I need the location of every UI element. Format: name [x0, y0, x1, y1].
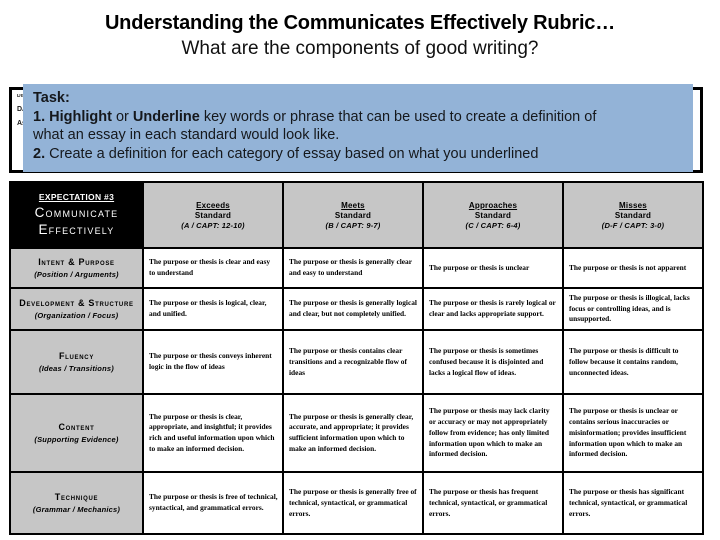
rubric-corner-header: Expectation #3 Communicate Effectively	[9, 181, 144, 249]
page-title: Understanding the Communicates Effective…	[104, 12, 616, 34]
rubric-header-row: Expectation #3 Communicate Effectively E…	[9, 181, 704, 249]
row-label-sub: (Organization / Focus)	[34, 311, 119, 321]
rubric-cell: The purpose or thesis is generally free …	[282, 471, 424, 536]
title-block: Understanding the Communicates Effective…	[0, 0, 720, 60]
rubric-cell: The purpose or thesis is free of technic…	[142, 471, 284, 536]
row-label-technique: Technique (Grammar / Mechanics)	[9, 471, 144, 536]
page-subtitle: What are the components of good writing?	[181, 38, 539, 59]
rubric-cell: The purpose or thesis is logical, clear,…	[142, 286, 284, 332]
band-name: Meets	[341, 200, 365, 210]
rubric-cell: The purpose or thesis is difficult to fo…	[562, 329, 704, 396]
band-scale: (D-F / CAPT: 3-0)	[601, 220, 665, 230]
band-standard: Standard	[614, 210, 652, 220]
row-label-content: Content (Supporting Evidence)	[9, 393, 144, 474]
expectation-number: Expectation #3	[38, 191, 115, 202]
task-item-2: 2. Create a definition for each category…	[33, 145, 683, 164]
task-item-1-conjunction: or	[115, 108, 129, 125]
rubric-cell: The purpose or thesis has frequent techn…	[422, 471, 564, 536]
band-name: Exceeds	[196, 200, 230, 210]
band-name: Approaches	[468, 200, 518, 210]
band-standard: Standard	[194, 210, 232, 220]
row-label-sub: (Position / Arguments)	[34, 270, 119, 280]
task-item-1-rest: key words or phrase that can be used to …	[203, 108, 597, 125]
rubric-row-content: Content (Supporting Evidence) The purpos…	[9, 393, 704, 474]
row-label-sub: (Ideas / Transitions)	[39, 364, 114, 374]
task-item-1-number: 1.	[33, 108, 46, 125]
rubric-cell: The purpose or thesis is generally clear…	[282, 247, 424, 289]
row-label-name: Content	[58, 422, 95, 433]
rubric-cell: The purpose or thesis is unclear or cont…	[562, 393, 704, 474]
rubric-cell: The purpose or thesis is clear and easy …	[142, 247, 284, 289]
rubric-row-intent-purpose: Intent & Purpose (Position / Arguments) …	[9, 247, 704, 289]
band-standard: Standard	[334, 210, 372, 220]
band-header-approaches: Approaches Standard (C / CAPT: 6-4)	[422, 181, 564, 249]
task-item-1-bold-highlight: Highlight	[49, 108, 112, 125]
band-scale: (C / CAPT: 6-4)	[465, 220, 521, 230]
row-label-development-structure: Development & Structure (Organization / …	[9, 286, 144, 332]
row-label-name: Intent & Purpose	[38, 256, 115, 267]
rubric-row-fluency: Fluency (Ideas / Transitions) The purpos…	[9, 329, 704, 396]
row-label-name: Technique	[54, 492, 99, 503]
band-header-meets: Meets Standard (B / CAPT: 9-7)	[282, 181, 424, 249]
row-label-name: Development & Structure	[19, 297, 134, 308]
rubric-cell: The purpose or thesis is illogical, lack…	[562, 286, 704, 332]
row-label-intent-purpose: Intent & Purpose (Position / Arguments)	[9, 247, 144, 289]
band-scale: (B / CAPT: 9-7)	[325, 220, 381, 230]
task-heading: Task:	[33, 90, 70, 106]
rubric-cell: The purpose or thesis is generally logic…	[282, 286, 424, 332]
rubric-cell: The purpose or thesis is rarely logical …	[422, 286, 564, 332]
band-scale: (A / CAPT: 12-10)	[181, 220, 245, 230]
rubric-cell: The purpose or thesis may lack clarity o…	[422, 393, 564, 474]
band-standard: Standard	[474, 210, 512, 220]
rubric-body: Expectation #3 Communicate Effectively E…	[9, 181, 704, 536]
rubric-cell: The purpose or thesis is unclear	[422, 247, 564, 289]
expectation-name: Communicate Effectively	[34, 204, 119, 237]
task-item-2-rest: Create a definition for each category of…	[49, 145, 539, 162]
rubric-cell: The purpose or thesis contains clear tra…	[282, 329, 424, 396]
band-header-exceeds: Exceeds Standard (A / CAPT: 12-10)	[142, 181, 284, 249]
row-label-sub: (Grammar / Mechanics)	[32, 505, 121, 515]
task-callout-box: Task: 1. Highlight or Underline key word…	[23, 84, 693, 172]
rubric-table: Expectation #3 Communicate Effectively E…	[9, 181, 704, 536]
rubric-cell: The purpose or thesis conveys inherent l…	[142, 329, 284, 396]
band-header-misses: Misses Standard (D-F / CAPT: 3-0)	[562, 181, 704, 249]
rubric-cell: The purpose or thesis is generally clear…	[282, 393, 424, 474]
task-item-1-line-2: what an essay in each standard would loo…	[33, 126, 340, 143]
rubric-row-development-structure: Development & Structure (Organization / …	[9, 286, 704, 332]
task-item-2-number: 2.	[33, 145, 46, 162]
rubric-cell: The purpose or thesis is clear, appropri…	[142, 393, 284, 474]
task-item-1-line-1: 1. Highlight or Underline key words or p…	[33, 108, 683, 127]
band-name: Misses	[619, 200, 647, 210]
rubric-cell: The purpose or thesis has significant te…	[562, 471, 704, 536]
row-label-sub: (Supporting Evidence)	[34, 435, 119, 445]
row-label-fluency: Fluency (Ideas / Transitions)	[9, 329, 144, 396]
row-label-name: Fluency	[58, 351, 95, 362]
rubric-cell: The purpose or thesis is sometimes confu…	[422, 329, 564, 396]
rubric-row-technique: Technique (Grammar / Mechanics) The purp…	[9, 471, 704, 536]
rubric-cell: The purpose or thesis is not apparent	[562, 247, 704, 289]
task-item-1-bold-underline: Underline	[132, 108, 200, 125]
